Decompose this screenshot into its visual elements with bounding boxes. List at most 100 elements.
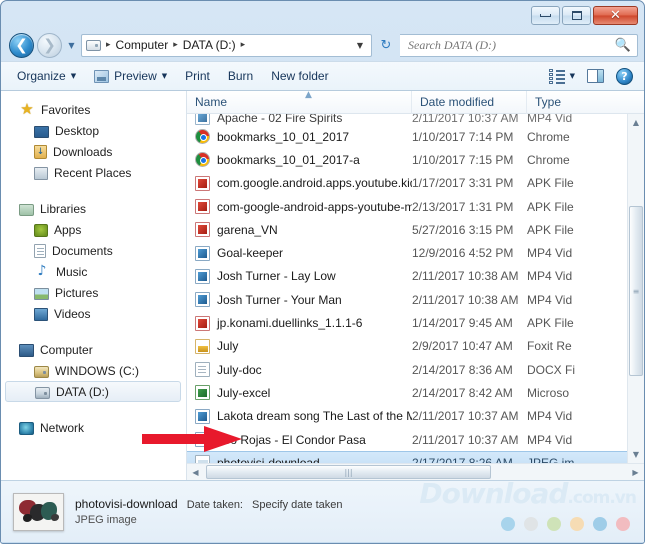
search-input[interactable] <box>408 38 615 53</box>
table-row[interactable]: Goal-keeper12/9/2016 4:52 PMMP4 Vid <box>187 241 644 264</box>
cell-type: APK File <box>527 316 605 330</box>
table-row[interactable]: Josh Turner - Lay Low2/11/2017 10:38 AMM… <box>187 265 644 288</box>
breadcrumb[interactable]: ▸ Computer ▸ DATA (D:) ▸ ▼ <box>81 34 372 57</box>
scroll-up-button[interactable]: ▲ <box>628 114 645 131</box>
cell-date-modified: 2/9/2017 10:47 AM <box>412 339 527 353</box>
cell-name: com-google-android-apps-youtube-ma... <box>187 199 412 214</box>
minimize-button[interactable] <box>531 6 560 25</box>
preview-label: Preview <box>114 69 157 83</box>
breadcrumb-item-data[interactable]: DATA (D:) <box>181 38 238 52</box>
scroll-right-button[interactable]: ▶ <box>627 464 644 481</box>
horizontal-scrollbar[interactable]: ◀ ||| ▶ <box>187 463 644 480</box>
videos-icon <box>34 308 48 321</box>
nav-spacer <box>1 326 186 339</box>
vertical-scrollbar-thumb[interactable]: ≡ <box>629 206 643 376</box>
sidebar-label: Downloads <box>53 145 112 159</box>
search-icon[interactable]: 🔍 <box>615 38 631 53</box>
sidebar-item-network[interactable]: Network <box>1 417 186 438</box>
print-button[interactable]: Print <box>176 65 219 87</box>
sidebar-label: Documents <box>52 244 113 258</box>
details-pane: photovisi-download Date taken: Specify d… <box>1 480 644 542</box>
apk-icon <box>195 199 210 214</box>
table-row[interactable]: com.google.android.apps.youtube.kids_...… <box>187 172 644 195</box>
cell-name: July <box>187 339 412 354</box>
scroll-down-button[interactable]: ▼ <box>628 446 645 463</box>
table-row[interactable]: bookmarks_10_01_20171/10/2017 7:14 PMChr… <box>187 125 644 148</box>
jpeg-icon <box>195 455 210 463</box>
sidebar-label: Videos <box>54 307 90 321</box>
breadcrumb-sep: ▸ <box>170 40 181 50</box>
breadcrumb-dropdown-icon[interactable]: ▼ <box>351 41 369 50</box>
sidebar-item-computer[interactable]: Computer <box>1 339 186 360</box>
history-dropdown-button[interactable]: ▼ <box>65 41 78 50</box>
column-label: Name <box>195 95 227 109</box>
refresh-button[interactable]: ↻ <box>375 38 397 53</box>
show-preview-pane-button[interactable] <box>581 65 610 87</box>
table-row-selected[interactable]: photovisi-download2/17/2017 8:26 AMJPEG … <box>187 451 644 463</box>
sidebar-item-pictures[interactable]: Pictures <box>1 282 186 303</box>
watermark-dot <box>570 517 584 531</box>
table-row[interactable]: July-excel2/14/2017 8:42 AMMicroso <box>187 381 644 404</box>
table-row[interactable]: Leo Rojas - El Condor Pasa2/11/2017 10:3… <box>187 428 644 451</box>
organize-label: Organize <box>17 69 66 83</box>
table-row[interactable]: com-google-android-apps-youtube-ma...2/1… <box>187 195 644 218</box>
sidebar-item-data-d[interactable]: DATA (D:) <box>5 381 181 402</box>
thumbnail-blob <box>23 514 32 522</box>
chrome-icon <box>195 129 210 144</box>
music-icon: ♪ <box>34 264 50 279</box>
sidebar-label: Network <box>40 421 84 435</box>
vertical-scrollbar[interactable]: ▲ ≡ ▼ <box>627 114 644 463</box>
column-header-name[interactable]: Name <box>187 91 412 114</box>
breadcrumb-item-computer[interactable]: Computer <box>114 38 171 52</box>
sidebar-item-favorites[interactable]: ★ Favorites <box>1 99 186 120</box>
change-view-button[interactable]: ▼ <box>547 65 577 87</box>
preview-button[interactable]: Preview ▼ <box>85 65 176 87</box>
sidebar-item-videos[interactable]: Videos <box>1 303 186 324</box>
sidebar-item-recent-places[interactable]: Recent Places <box>1 162 186 183</box>
table-row[interactable]: July2/9/2017 10:47 AMFoxit Re <box>187 335 644 358</box>
sidebar-label: DATA (D:) <box>56 385 109 399</box>
cell-date-modified: 1/10/2017 7:14 PM <box>412 130 527 144</box>
sidebar-item-desktop[interactable]: Desktop <box>1 120 186 141</box>
nav-spacer <box>1 404 186 417</box>
column-header-date-modified[interactable]: Date modified <box>412 91 527 114</box>
sidebar-item-documents[interactable]: Documents <box>1 240 186 261</box>
help-button[interactable]: ? <box>614 65 635 87</box>
new-folder-button[interactable]: New folder <box>262 65 337 87</box>
sidebar-item-windows-c[interactable]: WINDOWS (C:) <box>1 360 186 381</box>
table-row[interactable]: July-doc2/14/2017 8:36 AMDOCX Fi <box>187 358 644 381</box>
cell-type: APK File <box>527 200 605 214</box>
sidebar-label: Desktop <box>55 124 99 138</box>
table-row[interactable]: garena_VN5/27/2016 3:15 PMAPK File <box>187 218 644 241</box>
back-button[interactable]: ❮ <box>9 33 34 58</box>
table-row[interactable]: Apache - 02 Fire Spirits2/11/2017 10:37 … <box>187 114 644 125</box>
recent-places-icon <box>34 167 48 180</box>
maximize-button[interactable] <box>562 6 591 25</box>
address-bar: ❮ ❯ ▼ ▸ Computer ▸ DATA (D:) ▸ ▼ ↻ 🔍 <box>1 29 644 61</box>
sidebar-item-apps[interactable]: Apps <box>1 219 186 240</box>
docx-icon <box>195 362 210 377</box>
horizontal-scrollbar-thumb[interactable]: ||| <box>206 465 491 479</box>
back-arrow-icon: ❮ <box>15 38 28 53</box>
cell-date-modified: 2/11/2017 10:38 AM <box>412 269 527 283</box>
apk-icon <box>195 222 210 237</box>
scroll-left-button[interactable]: ◀ <box>187 464 204 481</box>
search-box[interactable]: 🔍 <box>400 34 638 57</box>
table-row[interactable]: jp.konami.duellinks_1.1.1-61/14/2017 9:4… <box>187 311 644 334</box>
sidebar-item-music[interactable]: ♪ Music <box>1 261 186 282</box>
close-button[interactable]: ✕ <box>593 6 638 25</box>
table-row[interactable]: Josh Turner - Your Man2/11/2017 10:38 AM… <box>187 288 644 311</box>
cell-type: Foxit Re <box>527 339 605 353</box>
details-date-taken-value[interactable]: Specify date taken <box>252 499 343 511</box>
sidebar-item-libraries[interactable]: Libraries <box>1 198 186 219</box>
organize-button[interactable]: Organize ▼ <box>8 65 85 87</box>
column-header-type[interactable]: Type <box>527 91 605 114</box>
sidebar-item-downloads[interactable]: ↓ Downloads <box>1 141 186 162</box>
table-row[interactable]: bookmarks_10_01_2017-a1/10/2017 7:15 PMC… <box>187 148 644 171</box>
forward-button[interactable]: ❯ <box>37 33 62 58</box>
cell-date-modified: 2/11/2017 10:37 AM <box>412 433 527 447</box>
file-thumbnail <box>13 493 64 531</box>
nav-group-computer: Computer WINDOWS (C:) DATA (D:) <box>1 339 186 402</box>
burn-button[interactable]: Burn <box>219 65 262 87</box>
table-row[interactable]: Lakota dream song The Last of the Mohi..… <box>187 405 644 428</box>
